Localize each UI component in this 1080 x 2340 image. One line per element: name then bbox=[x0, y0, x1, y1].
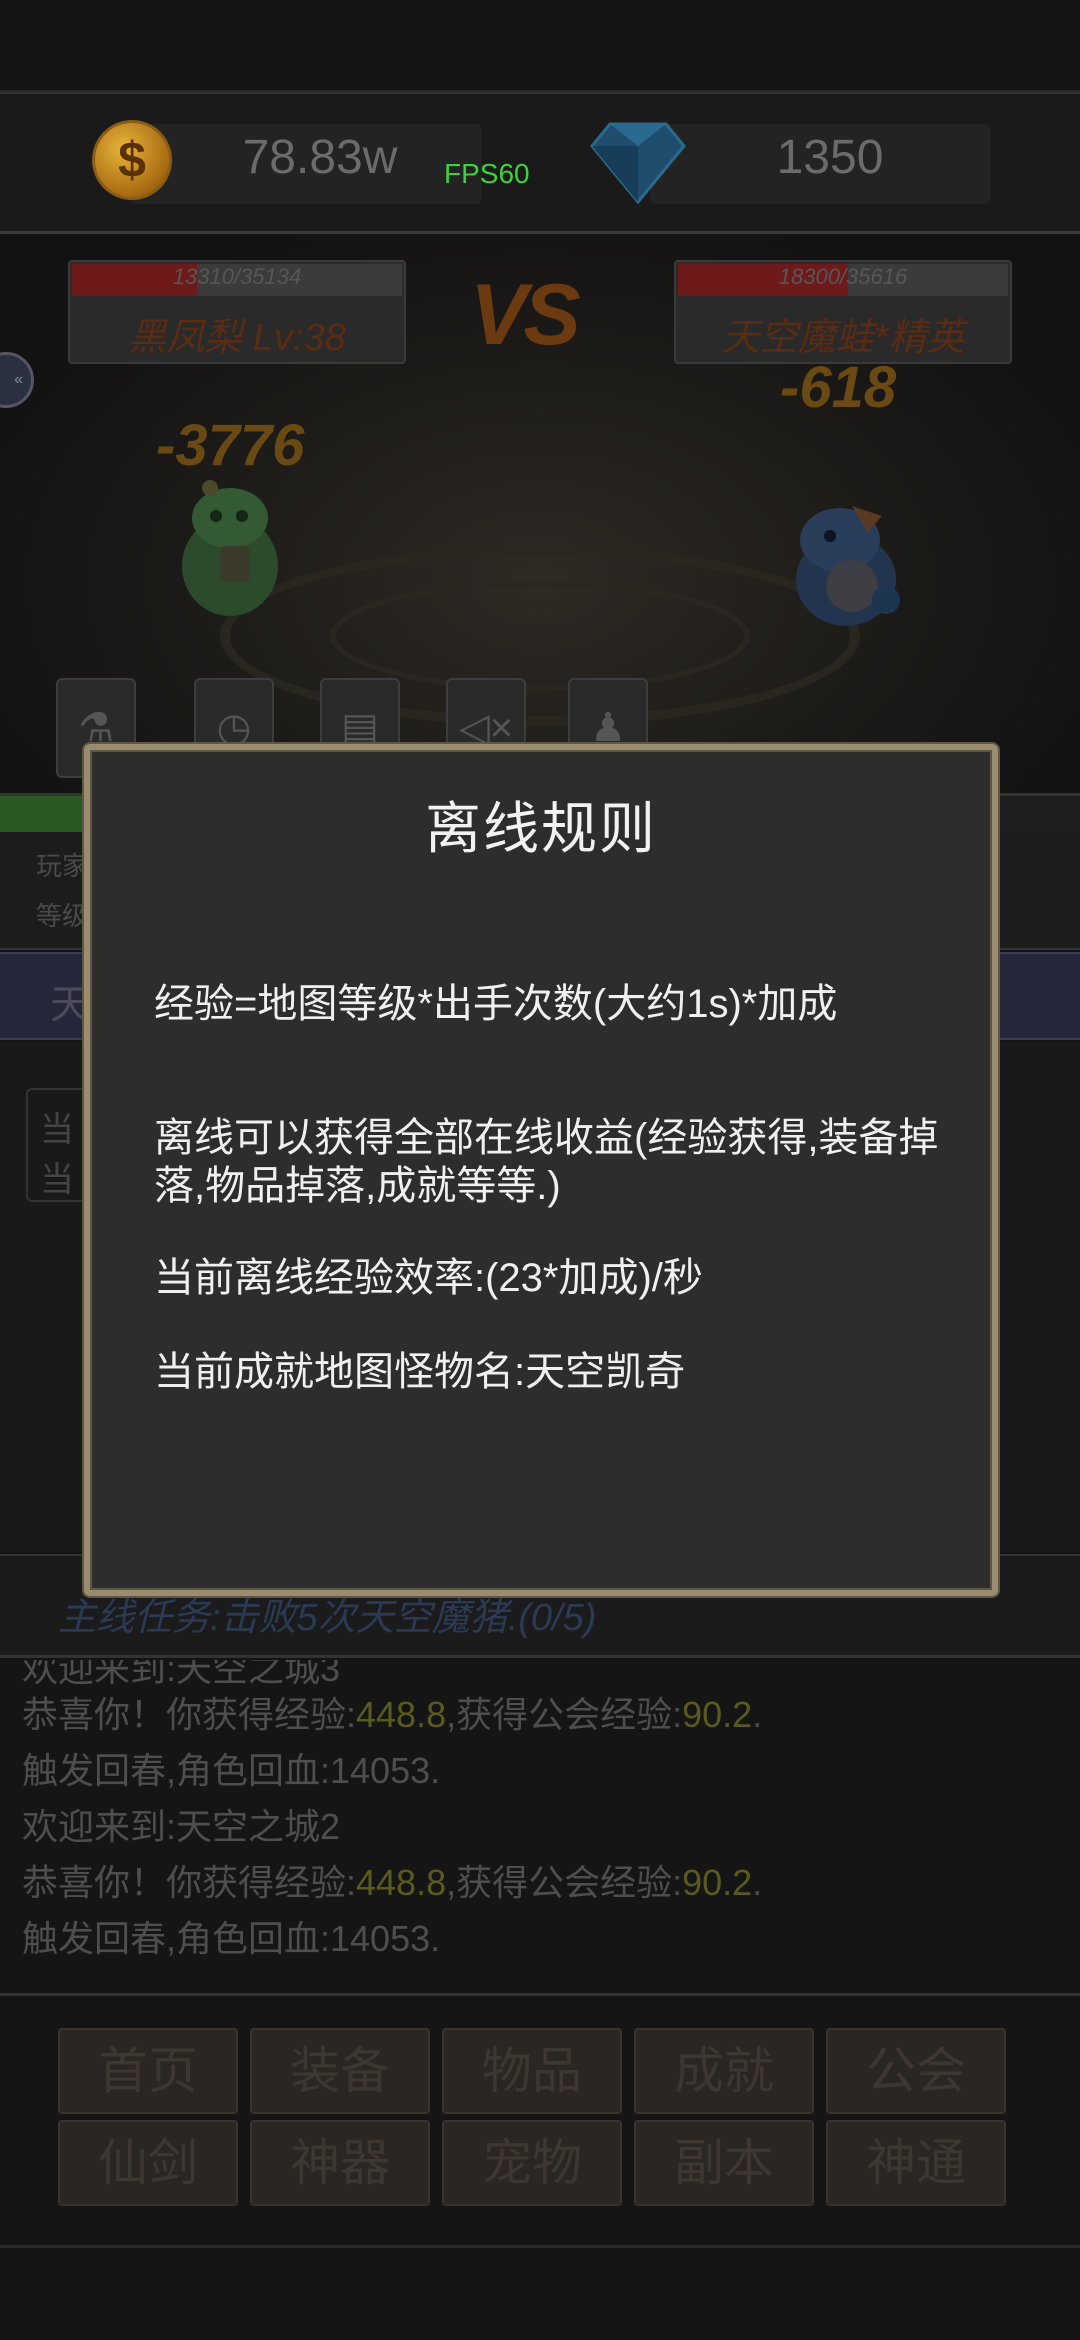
battle-scene: 13310/35134 黑凤梨 Lv:38 VS 18300/35616 天空魔… bbox=[0, 236, 1080, 796]
info-line-1: 玩家 bbox=[36, 851, 89, 881]
log-line: 触发回春,角色回血:14053. bbox=[22, 1750, 441, 1791]
dialog-line-map-monster: 当前成就地图怪物名:天空凯奇 bbox=[154, 1350, 686, 1394]
enemy-name: 天空魔蛙*精英 bbox=[721, 317, 965, 359]
enemy-damage-number: -618 bbox=[780, 355, 897, 420]
bottom-bar bbox=[0, 2250, 1080, 2340]
dialog-line-exp-formula: 经验=地图等级*出手次数(大约1s)*加成 bbox=[154, 982, 838, 1026]
enemy-monster-sprite bbox=[796, 506, 900, 626]
arena-inner-ring bbox=[330, 581, 750, 691]
status-bar-area bbox=[0, 0, 1080, 92]
nav-equipment-button[interactable]: 装备 bbox=[250, 2028, 430, 2114]
nav-achievements-button[interactable]: 成就 bbox=[634, 2028, 814, 2114]
vs-label: VS bbox=[470, 267, 581, 363]
map-card-line-2: 当 bbox=[40, 1161, 74, 1199]
player-name: 黑凤梨 Lv:38 bbox=[128, 317, 346, 359]
nav-powers-button[interactable]: 神通 bbox=[826, 2120, 1006, 2206]
dialog-title: 离线规则 bbox=[425, 797, 657, 860]
log-line: 恭喜你！你获得经验:448.8,获得公会经验:90.2. bbox=[22, 1862, 763, 1903]
gold-coin-icon: $ bbox=[92, 120, 172, 200]
fps-counter: FPS60 bbox=[444, 158, 530, 189]
offline-rules-dialog[interactable]: 离线规则 经验=地图等级*出手次数(大约1s)*加成 离线可以获得全部在线收益(… bbox=[84, 744, 998, 1596]
nav-home-button[interactable]: 首页 bbox=[58, 2028, 238, 2114]
exp-fill bbox=[0, 796, 90, 832]
coin-count: 78.83w bbox=[242, 131, 398, 184]
player-monster-sprite bbox=[182, 480, 278, 616]
dialog-line-offline-income: 离线可以获得全部在线收益(经验获得,装备掉落,物品掉落,成就等等.) bbox=[154, 1116, 939, 1208]
dialog-line-exp-rate: 当前离线经验效率:(23*加成)/秒 bbox=[154, 1256, 703, 1300]
log-line: 恭喜你！你获得经验:448.8,获得公会经验:90.2. bbox=[22, 1694, 763, 1735]
nav-artifact-button[interactable]: 神器 bbox=[250, 2120, 430, 2206]
nav-items-button[interactable]: 物品 bbox=[442, 2028, 622, 2114]
nav-pets-button[interactable]: 宠物 bbox=[442, 2120, 622, 2206]
info-line-2: 等级 bbox=[36, 901, 89, 931]
enemy-hp-panel: 18300/35616 天空魔蛙*精英 bbox=[674, 260, 1012, 364]
nav-guild-button[interactable]: 公会 bbox=[826, 2028, 1006, 2114]
side-toggle-button[interactable]: « bbox=[0, 352, 34, 408]
nav-sword-button[interactable]: 仙剑 bbox=[58, 2120, 238, 2206]
player-hp-text: 13310/35134 bbox=[172, 264, 302, 289]
nav-dungeon-button[interactable]: 副本 bbox=[634, 2120, 814, 2206]
battle-log: 欢迎来到:天空之城3 恭喜你！你获得经验:448.8,获得公会经验:90.2. … bbox=[0, 1660, 1080, 1996]
map-card-line-1: 当 bbox=[40, 1111, 74, 1149]
gem-count: 1350 bbox=[776, 131, 884, 184]
player-hp-panel: 13310/35134 黑凤梨 Lv:38 bbox=[68, 260, 406, 364]
log-line: 触发回春,角色回血:14053. bbox=[22, 1918, 441, 1959]
enemy-hp-text: 18300/35616 bbox=[778, 264, 908, 289]
log-line: 欢迎来到:天空之城2 bbox=[22, 1806, 341, 1847]
player-damage-number: -3776 bbox=[156, 413, 305, 478]
diamond-icon bbox=[590, 122, 686, 205]
main-nav: 首页 装备 物品 成就 公会 仙剑 神器 宠物 副本 神通 bbox=[0, 1998, 1080, 2248]
